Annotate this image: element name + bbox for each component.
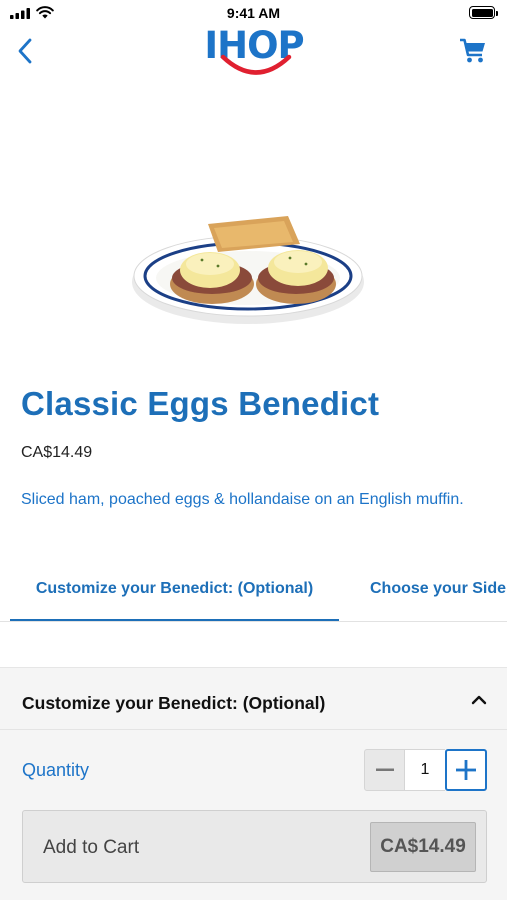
option-tabs: Customize your Benedict: (Optional) Choo… bbox=[0, 560, 507, 622]
tab-customize-benedict[interactable]: Customize your Benedict: (Optional) bbox=[10, 560, 339, 621]
decrement-button[interactable] bbox=[364, 749, 405, 791]
add-to-cart-label: Add to Cart bbox=[43, 837, 140, 858]
add-to-cart-button[interactable]: Add to Cart CA$14.49 bbox=[22, 810, 487, 883]
quantity-stepper: 1 bbox=[364, 749, 487, 791]
cart-icon[interactable] bbox=[459, 38, 487, 64]
logo-smile bbox=[220, 54, 292, 75]
tab-choose-side[interactable]: Choose your Side bbox=[370, 560, 506, 621]
product-description: Sliced ham, poached eggs & hollandaise o… bbox=[21, 491, 464, 508]
chevron-left-icon[interactable] bbox=[14, 36, 38, 66]
customize-section-header[interactable]: Customize your Benedict: (Optional) bbox=[0, 668, 507, 730]
product-image bbox=[0, 86, 507, 376]
increment-button[interactable] bbox=[445, 749, 487, 791]
battery-icon bbox=[469, 6, 498, 19]
eggs-benedict-plate-image bbox=[132, 216, 364, 324]
quantity-value[interactable]: 1 bbox=[405, 749, 445, 791]
section-title: Customize your Benedict: (Optional) bbox=[22, 693, 326, 713]
plus-icon bbox=[456, 760, 476, 780]
customize-section: Customize your Benedict: (Optional) Quan… bbox=[0, 667, 507, 900]
ihop-logo: IHOP bbox=[198, 24, 310, 80]
quantity-label: Quantity bbox=[22, 760, 90, 780]
product-title: Classic Eggs Benedict bbox=[21, 385, 380, 422]
product-price: CA$14.49 bbox=[21, 444, 93, 461]
status-time: 9:41 AM bbox=[226, 5, 281, 21]
nav-bar: IHOP bbox=[0, 24, 507, 86]
add-to-cart-price: CA$14.49 bbox=[370, 822, 476, 872]
status-bar: 9:41 AM bbox=[0, 0, 507, 24]
minus-icon bbox=[375, 768, 394, 771]
chevron-up-icon[interactable] bbox=[471, 695, 487, 705]
